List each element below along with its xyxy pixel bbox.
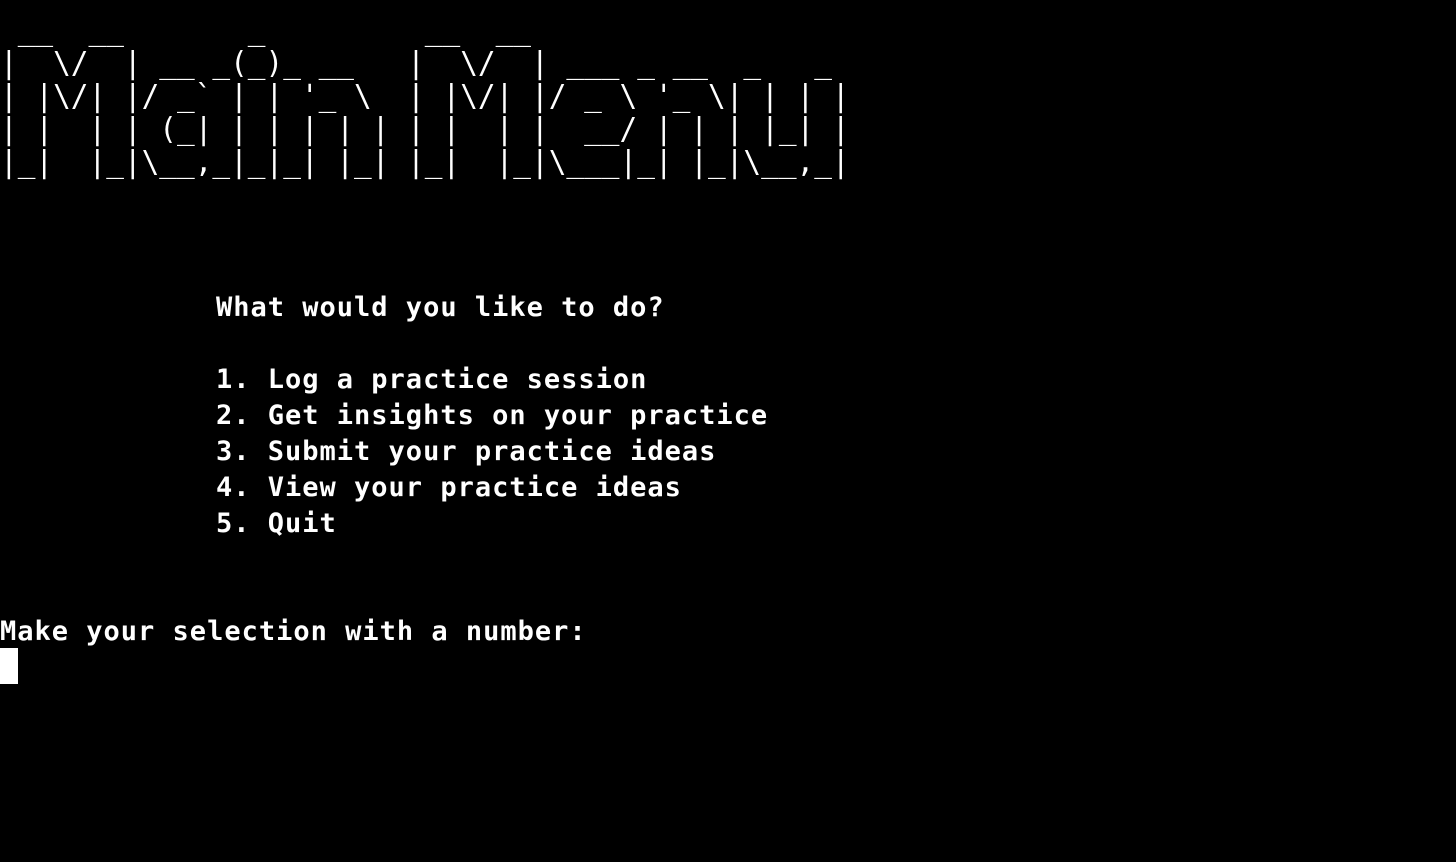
banner-line: __ __ _ __ __ — [0, 13, 532, 48]
menu-option-view-ideas[interactable]: 4. View your practice ideas — [216, 470, 768, 506]
banner-line: |_| |_|\__,_|_|_| |_| |_| |_|\___|_| |_|… — [0, 145, 850, 180]
terminal-window: __ __ _ __ __ | \/ | __ _(_)_ __ | \/ | _… — [0, 0, 1456, 862]
menu-option-submit-ideas[interactable]: 3. Submit your practice ideas — [216, 434, 768, 470]
menu-option-quit[interactable]: 5. Quit — [216, 506, 768, 542]
text-cursor — [0, 648, 18, 684]
terminal-input-line[interactable] — [0, 648, 1456, 684]
banner-line: | |\/| |/ _` | | '_ \ | |\/| |/ _ \ '_ \… — [0, 79, 850, 114]
menu-options-list: 1. Log a practice session 2. Get insight… — [216, 362, 768, 542]
menu-block: What would you like to do? 1. Log a prac… — [216, 290, 768, 542]
banner-line: | | | | (_| | | | | | | | | | __/ | | | … — [0, 112, 850, 147]
banner-line: | \/ | __ _(_)_ __ | \/ | ___ _ __ _ _ — [0, 46, 832, 81]
menu-option-log-session[interactable]: 1. Log a practice session — [216, 362, 768, 398]
menu-question: What would you like to do? — [216, 292, 665, 323]
menu-option-get-insights[interactable]: 2. Get insights on your practice — [216, 398, 768, 434]
main-menu-ascii-banner: __ __ _ __ __ | \/ | __ _(_)_ __ | \/ | _… — [0, 14, 850, 179]
selection-prompt: Make your selection with a number: — [0, 616, 587, 647]
